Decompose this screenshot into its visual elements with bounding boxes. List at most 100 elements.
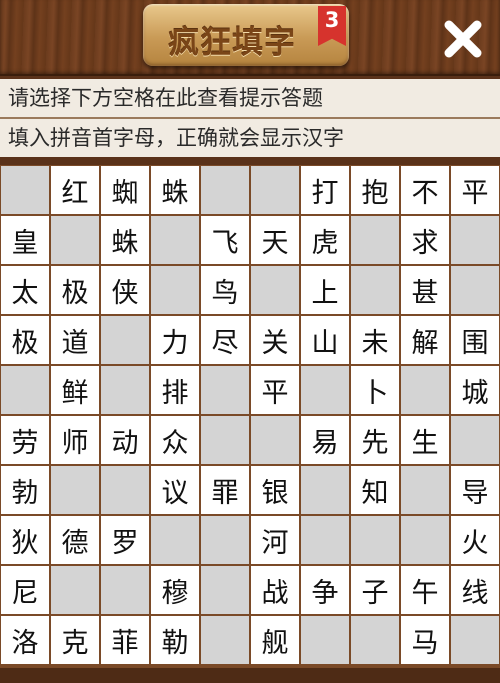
filled-cell[interactable]: 菲 bbox=[101, 616, 149, 664]
filled-cell[interactable]: 上 bbox=[301, 266, 349, 314]
filled-cell[interactable]: 侠 bbox=[101, 266, 149, 314]
filled-cell[interactable]: 蜘 bbox=[101, 166, 149, 214]
filled-cell[interactable]: 狄 bbox=[1, 516, 49, 564]
filled-cell[interactable]: 皇 bbox=[1, 216, 49, 264]
empty-cell[interactable] bbox=[151, 266, 199, 314]
empty-cell[interactable] bbox=[251, 266, 299, 314]
filled-cell[interactable]: 山 bbox=[301, 316, 349, 364]
empty-cell[interactable] bbox=[151, 216, 199, 264]
filled-cell[interactable]: 易 bbox=[301, 416, 349, 464]
empty-cell[interactable] bbox=[151, 516, 199, 564]
empty-cell[interactable] bbox=[301, 366, 349, 414]
filled-cell[interactable]: 洛 bbox=[1, 616, 49, 664]
filled-cell[interactable]: 火 bbox=[451, 516, 499, 564]
empty-cell[interactable] bbox=[251, 166, 299, 214]
filled-cell[interactable]: 众 bbox=[151, 416, 199, 464]
filled-cell[interactable]: 争 bbox=[301, 566, 349, 614]
filled-cell[interactable]: 鲜 bbox=[51, 366, 99, 414]
empty-cell[interactable] bbox=[451, 216, 499, 264]
filled-cell[interactable]: 围 bbox=[451, 316, 499, 364]
filled-cell[interactable]: 虎 bbox=[301, 216, 349, 264]
filled-cell[interactable]: 勒 bbox=[151, 616, 199, 664]
empty-cell[interactable] bbox=[301, 516, 349, 564]
empty-cell[interactable] bbox=[51, 216, 99, 264]
filled-cell[interactable]: 银 bbox=[251, 466, 299, 514]
filled-cell[interactable]: 动 bbox=[101, 416, 149, 464]
filled-cell[interactable]: 平 bbox=[451, 166, 499, 214]
filled-cell[interactable]: 议 bbox=[151, 466, 199, 514]
empty-cell[interactable] bbox=[451, 266, 499, 314]
filled-cell[interactable]: 线 bbox=[451, 566, 499, 614]
empty-cell[interactable] bbox=[401, 516, 449, 564]
empty-cell[interactable] bbox=[201, 166, 249, 214]
filled-cell[interactable]: 师 bbox=[51, 416, 99, 464]
filled-cell[interactable]: 极 bbox=[51, 266, 99, 314]
filled-cell[interactable]: 勃 bbox=[1, 466, 49, 514]
filled-cell[interactable]: 道 bbox=[51, 316, 99, 364]
empty-cell[interactable] bbox=[451, 416, 499, 464]
empty-cell[interactable] bbox=[401, 366, 449, 414]
filled-cell[interactable]: 未 bbox=[351, 316, 399, 364]
empty-cell[interactable] bbox=[251, 416, 299, 464]
filled-cell[interactable]: 导 bbox=[451, 466, 499, 514]
empty-cell[interactable] bbox=[101, 316, 149, 364]
filled-cell[interactable]: 打 bbox=[301, 166, 349, 214]
filled-cell[interactable]: 力 bbox=[151, 316, 199, 364]
filled-cell[interactable]: 河 bbox=[251, 516, 299, 564]
filled-cell[interactable]: 蛛 bbox=[101, 216, 149, 264]
filled-cell[interactable]: 德 bbox=[51, 516, 99, 564]
empty-cell[interactable] bbox=[1, 366, 49, 414]
empty-cell[interactable] bbox=[101, 366, 149, 414]
empty-cell[interactable] bbox=[1, 166, 49, 214]
empty-cell[interactable] bbox=[201, 616, 249, 664]
filled-cell[interactable]: 关 bbox=[251, 316, 299, 364]
filled-cell[interactable]: 生 bbox=[401, 416, 449, 464]
empty-cell[interactable] bbox=[301, 616, 349, 664]
filled-cell[interactable]: 不 bbox=[401, 166, 449, 214]
filled-cell[interactable]: 飞 bbox=[201, 216, 249, 264]
filled-cell[interactable]: 尼 bbox=[1, 566, 49, 614]
empty-cell[interactable] bbox=[101, 566, 149, 614]
empty-cell[interactable] bbox=[351, 216, 399, 264]
filled-cell[interactable]: 卜 bbox=[351, 366, 399, 414]
close-icon[interactable] bbox=[440, 16, 486, 62]
filled-cell[interactable]: 劳 bbox=[1, 416, 49, 464]
empty-cell[interactable] bbox=[201, 566, 249, 614]
filled-cell[interactable]: 尽 bbox=[201, 316, 249, 364]
empty-cell[interactable] bbox=[401, 466, 449, 514]
filled-cell[interactable]: 平 bbox=[251, 366, 299, 414]
filled-cell[interactable]: 舰 bbox=[251, 616, 299, 664]
filled-cell[interactable]: 鸟 bbox=[201, 266, 249, 314]
empty-cell[interactable] bbox=[351, 516, 399, 564]
hint-line-1[interactable]: 请选择下方空格在此查看提示答题 bbox=[0, 79, 500, 117]
filled-cell[interactable]: 马 bbox=[401, 616, 449, 664]
empty-cell[interactable] bbox=[351, 266, 399, 314]
filled-cell[interactable]: 甚 bbox=[401, 266, 449, 314]
empty-cell[interactable] bbox=[51, 466, 99, 514]
filled-cell[interactable]: 子 bbox=[351, 566, 399, 614]
filled-cell[interactable]: 太 bbox=[1, 266, 49, 314]
filled-cell[interactable]: 罪 bbox=[201, 466, 249, 514]
filled-cell[interactable]: 克 bbox=[51, 616, 99, 664]
filled-cell[interactable]: 天 bbox=[251, 216, 299, 264]
empty-cell[interactable] bbox=[351, 616, 399, 664]
empty-cell[interactable] bbox=[51, 566, 99, 614]
empty-cell[interactable] bbox=[201, 366, 249, 414]
empty-cell[interactable] bbox=[101, 466, 149, 514]
filled-cell[interactable]: 战 bbox=[251, 566, 299, 614]
empty-cell[interactable] bbox=[201, 416, 249, 464]
filled-cell[interactable]: 解 bbox=[401, 316, 449, 364]
empty-cell[interactable] bbox=[201, 516, 249, 564]
filled-cell[interactable]: 穆 bbox=[151, 566, 199, 614]
filled-cell[interactable]: 先 bbox=[351, 416, 399, 464]
empty-cell[interactable] bbox=[451, 616, 499, 664]
filled-cell[interactable]: 城 bbox=[451, 366, 499, 414]
empty-cell[interactable] bbox=[301, 466, 349, 514]
filled-cell[interactable]: 极 bbox=[1, 316, 49, 364]
filled-cell[interactable]: 蛛 bbox=[151, 166, 199, 214]
filled-cell[interactable]: 知 bbox=[351, 466, 399, 514]
filled-cell[interactable]: 午 bbox=[401, 566, 449, 614]
filled-cell[interactable]: 抱 bbox=[351, 166, 399, 214]
filled-cell[interactable]: 排 bbox=[151, 366, 199, 414]
filled-cell[interactable]: 红 bbox=[51, 166, 99, 214]
